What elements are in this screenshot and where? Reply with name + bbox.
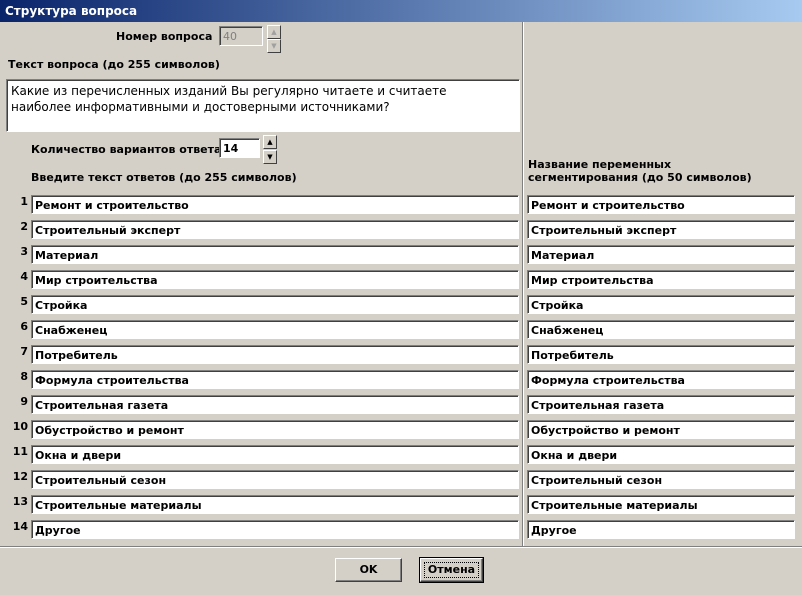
cancel-button-label: Отмена <box>423 562 480 578</box>
segment-name-field[interactable]: Другое <box>527 520 795 539</box>
answer-number: 5 <box>20 295 28 308</box>
question-number-up-button[interactable]: ▲ <box>267 25 281 39</box>
answer-count-label: Количество вариантов ответа <box>31 143 222 156</box>
segment-name-field[interactable]: Обустройство и ремонт <box>527 420 795 439</box>
dialog-body: Номер вопроса 40 ▲ ▼ Текст вопроса (до 2… <box>0 22 802 595</box>
answer-number: 10 <box>12 420 28 433</box>
answer-number: 8 <box>20 370 28 383</box>
segment-name-field[interactable]: Строительный эксперт <box>527 220 795 239</box>
answer-text-field[interactable]: Материал <box>31 245 519 264</box>
segment-name-field[interactable]: Снабженец <box>527 320 795 339</box>
ok-button[interactable]: OK <box>335 558 402 582</box>
answer-number: 14 <box>12 520 28 533</box>
answer-number: 11 <box>12 445 28 458</box>
answer-number: 6 <box>20 320 28 333</box>
answer-number: 9 <box>20 395 28 408</box>
answers-enter-label: Введите текст ответов (до 255 символов) <box>31 171 297 184</box>
segment-name-field[interactable]: Строительный сезон <box>527 470 795 489</box>
answer-text-field[interactable]: Строительная газета <box>31 395 519 414</box>
cancel-button[interactable]: Отмена <box>419 557 484 583</box>
answer-count-up-button[interactable]: ▲ <box>263 135 277 149</box>
answer-count-field[interactable]: 14 <box>219 138 260 158</box>
spin-up-arrow-icon: ▲ <box>267 138 273 146</box>
spin-down-arrow-icon: ▼ <box>267 153 273 161</box>
segment-name-field[interactable]: Строительная газета <box>527 395 795 414</box>
answer-number: 12 <box>12 470 28 483</box>
answer-number: 7 <box>20 345 28 358</box>
answer-number: 13 <box>12 495 28 508</box>
spin-down-arrow-icon: ▼ <box>271 42 277 50</box>
segment-name-field[interactable]: Стройка <box>527 295 795 314</box>
answer-text-field[interactable]: Формула строительства <box>31 370 519 389</box>
segment-name-field[interactable]: Мир строительства <box>527 270 795 289</box>
segment-name-field[interactable]: Материал <box>527 245 795 264</box>
answer-text-field[interactable]: Ремонт и строительство <box>31 195 519 214</box>
segment-name-field[interactable]: Ремонт и строительство <box>527 195 795 214</box>
segment-name-field[interactable]: Потребитель <box>527 345 795 364</box>
segment-label-line2: сегментирования (до 50 символов) <box>528 171 752 184</box>
answer-text-field[interactable]: Строительный эксперт <box>31 220 519 239</box>
question-number-field[interactable]: 40 <box>219 26 263 46</box>
answer-text-field[interactable]: Мир строительства <box>31 270 519 289</box>
answer-text-field[interactable]: Потребитель <box>31 345 519 364</box>
segment-label-line1: Название переменных <box>528 158 672 171</box>
segment-name-field[interactable]: Строительные материалы <box>527 495 795 514</box>
answer-number: 3 <box>20 245 28 258</box>
question-number-down-button[interactable]: ▼ <box>267 39 281 53</box>
window-title: Структура вопроса <box>5 4 138 18</box>
title-bar: Структура вопроса <box>0 0 802 22</box>
answer-text-field[interactable]: Другое <box>31 520 519 539</box>
column-separator <box>522 22 524 546</box>
spin-up-arrow-icon: ▲ <box>271 28 277 36</box>
answer-text-field[interactable]: Стройка <box>31 295 519 314</box>
answer-count-down-button[interactable]: ▼ <box>263 150 277 164</box>
button-bar-separator <box>0 546 802 548</box>
segment-name-field[interactable]: Окна и двери <box>527 445 795 464</box>
answer-text-field[interactable]: Обустройство и ремонт <box>31 420 519 439</box>
question-text-label: Текст вопроса (до 255 символов) <box>8 58 220 71</box>
answer-text-field[interactable]: Окна и двери <box>31 445 519 464</box>
answer-text-field[interactable]: Снабженец <box>31 320 519 339</box>
question-text-area[interactable]: Какие из перечисленных изданий Вы регуля… <box>6 79 520 132</box>
segment-name-field[interactable]: Формула строительства <box>527 370 795 389</box>
question-number-label: Номер вопроса <box>116 30 213 43</box>
answer-number: 4 <box>20 270 28 283</box>
answer-number: 1 <box>20 195 28 208</box>
answer-text-field[interactable]: Строительный сезон <box>31 470 519 489</box>
answer-text-field[interactable]: Строительные материалы <box>31 495 519 514</box>
answer-number: 2 <box>20 220 28 233</box>
